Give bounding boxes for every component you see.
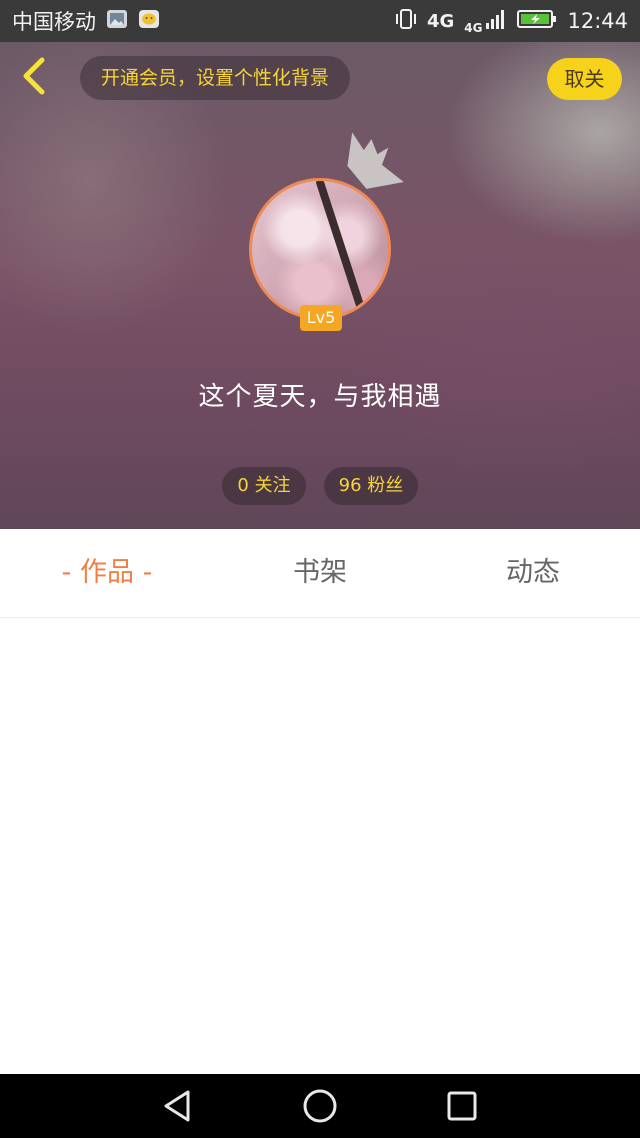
tab-works[interactable]: - 作品 - bbox=[7, 529, 207, 617]
status-bar: 中国移动 4G 4G 12:44 bbox=[0, 0, 640, 42]
carrier-label: 中国移动 bbox=[12, 10, 96, 34]
home-circle-icon[interactable] bbox=[300, 1086, 340, 1126]
network-type-label-2: 4G bbox=[464, 20, 483, 35]
navigation-bar bbox=[0, 1074, 640, 1138]
network-type-label: 4G bbox=[426, 10, 455, 32]
tab-bookshelf[interactable]: 书架 bbox=[220, 529, 420, 617]
unfollow-button[interactable]: 取关 bbox=[547, 58, 622, 100]
back-triangle-icon[interactable] bbox=[158, 1086, 198, 1126]
following-count[interactable]: 0 关注 bbox=[222, 467, 306, 505]
profile-header: 开通会员，设置个性化背景 取关 Lv5 这个夏天，与我相遇 0 关注 96 粉丝 bbox=[0, 42, 640, 529]
recents-square-icon[interactable] bbox=[442, 1086, 482, 1126]
username: 这个夏天，与我相遇 bbox=[198, 382, 442, 412]
tab-content-area bbox=[0, 618, 640, 1074]
back-button[interactable] bbox=[14, 56, 54, 100]
avatar[interactable] bbox=[249, 178, 391, 320]
chevron-left-icon bbox=[20, 56, 48, 100]
gallery-icon bbox=[106, 9, 128, 34]
vip-background-prompt[interactable]: 开通会员，设置个性化背景 bbox=[80, 56, 350, 100]
clock: 12:44 bbox=[567, 9, 628, 33]
tab-activity[interactable]: 动态 bbox=[433, 529, 633, 617]
avatar-photo-branch bbox=[315, 181, 369, 317]
level-badge: Lv5 bbox=[300, 305, 342, 331]
signal-icon bbox=[485, 8, 507, 35]
fans-count[interactable]: 96 粉丝 bbox=[324, 467, 418, 505]
wechat-icon bbox=[138, 9, 160, 34]
vibrate-icon bbox=[395, 7, 417, 36]
profile-tabs: - 作品 - 书架 动态 bbox=[0, 529, 640, 618]
battery-charging-icon bbox=[517, 8, 557, 35]
